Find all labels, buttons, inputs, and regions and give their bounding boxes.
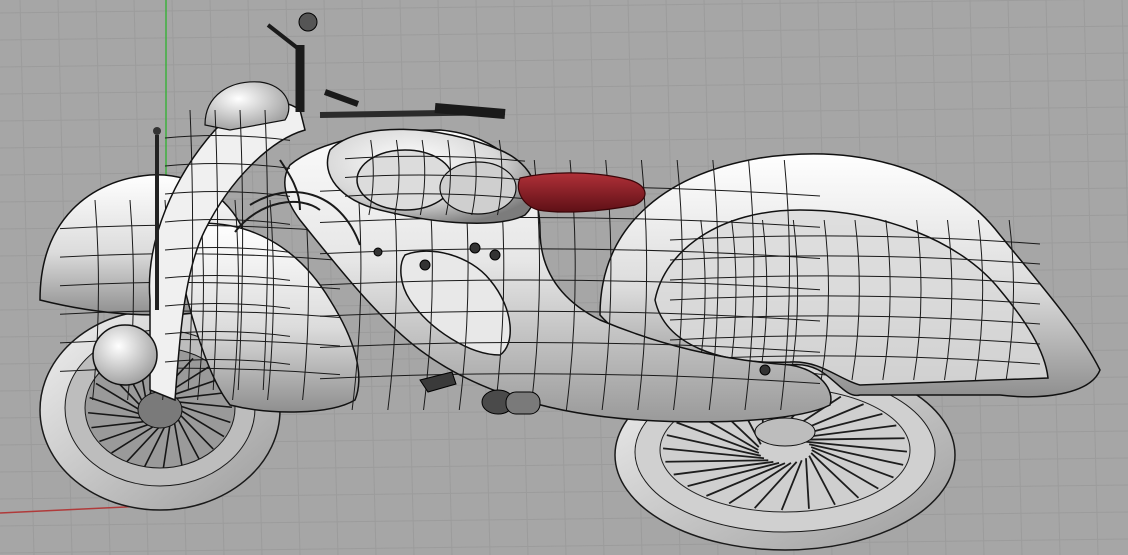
grid-line-vertical (589, 0, 605, 555)
grid-line-vertical (1045, 0, 1061, 555)
grid-line-horizontal (0, 511, 1128, 527)
red-seat (517, 172, 646, 213)
grid-line-vertical (1121, 0, 1128, 258)
grid-line-vertical (323, 0, 339, 555)
rhino-perspective-viewport[interactable] (0, 0, 1128, 555)
grid-line-vertical (551, 0, 567, 555)
grid-line-horizontal (0, 79, 1128, 95)
motorcycle-model-render (0, 0, 1128, 555)
grid-line-horizontal (0, 0, 1088, 14)
grid-line-vertical (1083, 0, 1099, 555)
grid-line-horizontal (0, 25, 1128, 41)
grid-line-horizontal (0, 106, 1128, 122)
handlebars (266, 12, 506, 119)
headlamp (92, 324, 158, 386)
grid-line-horizontal (0, 538, 1128, 554)
grid-line-horizontal (0, 133, 1128, 149)
grid-line-horizontal (0, 52, 1128, 68)
